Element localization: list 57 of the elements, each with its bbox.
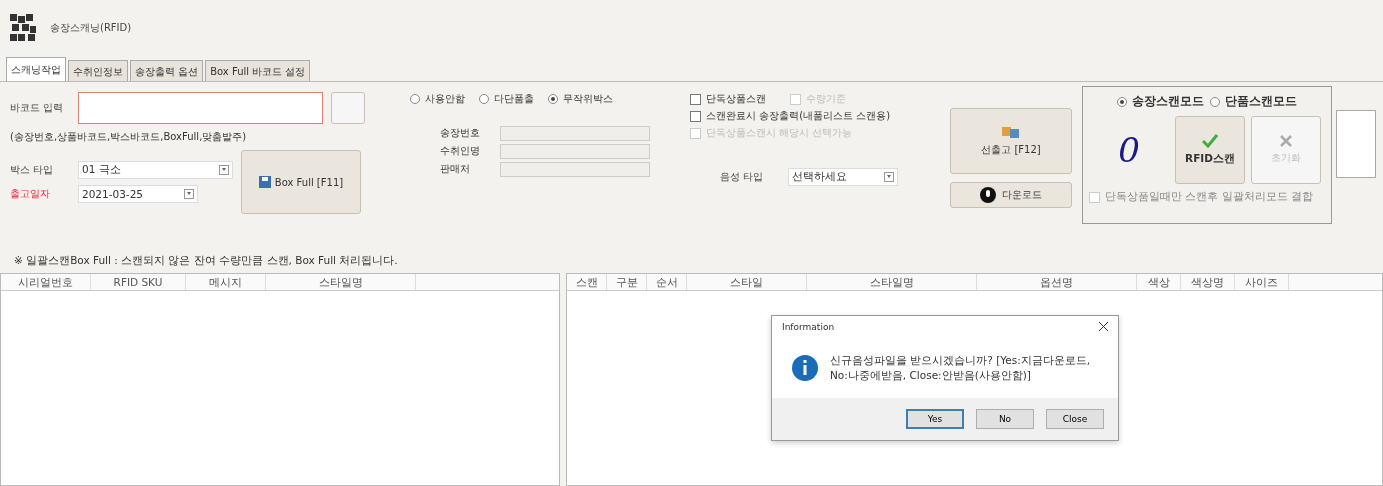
qr-code-icon xyxy=(10,14,36,42)
display-box xyxy=(1336,110,1376,178)
column-header[interactable]: 색상명 xyxy=(1181,274,1235,290)
radio-option[interactable]: 사용안함 xyxy=(410,92,465,106)
field-label: 수취인명 xyxy=(440,144,480,158)
column-header[interactable]: 구분 xyxy=(607,274,647,290)
column-header[interactable]: 색상 xyxy=(1137,274,1181,290)
dialog-button[interactable]: Close xyxy=(1046,409,1104,429)
tab[interactable]: 스캐닝작업 xyxy=(6,57,66,81)
column-header[interactable]: 스타일 xyxy=(687,274,807,290)
hint-text: (송장번호,상품바코드,박스바코드,BoxFull,맞춤발주) xyxy=(10,130,248,144)
box-type-select[interactable]: 01 극소 xyxy=(78,161,233,179)
date-picker[interactable]: 2021-03-25 xyxy=(78,185,198,203)
close-icon xyxy=(1280,135,1292,147)
checkbox-option[interactable]: 단독상품스캔 xyxy=(690,92,766,106)
window-title: 송장스캐닝(RFID) xyxy=(50,21,132,35)
close-icon[interactable] xyxy=(1099,322,1108,331)
barcode-side-button[interactable] xyxy=(331,92,365,124)
pre-ship-button[interactable]: 선출고 [F12] xyxy=(950,108,1072,174)
radio-option[interactable]: 무작위박스 xyxy=(548,92,613,106)
microphone-icon xyxy=(980,187,996,203)
field-label: 송장번호 xyxy=(440,126,480,140)
check-icon xyxy=(1202,134,1218,148)
barcode-input-field[interactable] xyxy=(78,92,323,124)
column-header[interactable]: 옵션명 xyxy=(977,274,1137,290)
notice-text: ※ 일괄스캔Box Full : 스캔되지 않은 잔여 수량만큼 스캔, Box Full 처리됩니다. xyxy=(14,254,398,266)
column-header[interactable]: 스타일명 xyxy=(266,274,416,290)
radio-option[interactable]: 다단품출 xyxy=(479,92,534,106)
tab[interactable]: 송장출력 옵션 xyxy=(130,60,204,81)
column-header[interactable]: 순서 xyxy=(647,274,687,290)
rfid-scan-button[interactable]: RFID스캔 xyxy=(1175,116,1245,184)
column-header[interactable]: 사이즈 xyxy=(1235,274,1289,290)
checkbox-option[interactable]: 스캔완료시 송장출력(내품리스트 스캔용) xyxy=(690,109,930,123)
radio-option[interactable]: 송장스캔모드 xyxy=(1117,93,1204,110)
dialog-message: 신규음성파일을 받으시겠습니까? [Yes:지금다운로드, No:나중에받음, Close:안받음(사용안함)] xyxy=(830,353,1091,383)
column-header[interactable]: 시리얼번호 xyxy=(1,274,91,290)
boxes-icon xyxy=(1002,125,1020,139)
dialog-button[interactable]: No xyxy=(976,409,1034,429)
box-full-button[interactable]: Box Full [F11] xyxy=(241,150,361,214)
field-label: 박스 타입 xyxy=(10,163,55,177)
field-label: 바코드 입력 xyxy=(10,101,65,115)
field-label: 판매처 xyxy=(440,162,471,176)
scan-count: 0 xyxy=(1117,130,1141,170)
tab[interactable]: 수취인정보 xyxy=(68,60,128,81)
column-header[interactable]: RFID SKU xyxy=(91,274,186,290)
column-header[interactable]: 메시지 xyxy=(186,274,266,290)
column-header[interactable]: 스타일명 xyxy=(807,274,977,290)
voice-type-select[interactable]: 선택하세요 xyxy=(788,168,898,186)
download-button[interactable]: 다운로드 xyxy=(950,182,1072,208)
field-label: 음성 타입 xyxy=(720,170,765,184)
tab[interactable]: Box Full 바코드 설정 xyxy=(205,60,311,81)
radio-option[interactable]: 단품스캔모드 xyxy=(1210,93,1297,110)
column-header[interactable]: 스캔 xyxy=(567,274,607,290)
field-label: 출고일자 xyxy=(10,187,51,201)
dialog-title: Information xyxy=(782,322,835,332)
info-icon xyxy=(792,355,818,381)
dialog-button[interactable]: Yes xyxy=(906,409,964,429)
